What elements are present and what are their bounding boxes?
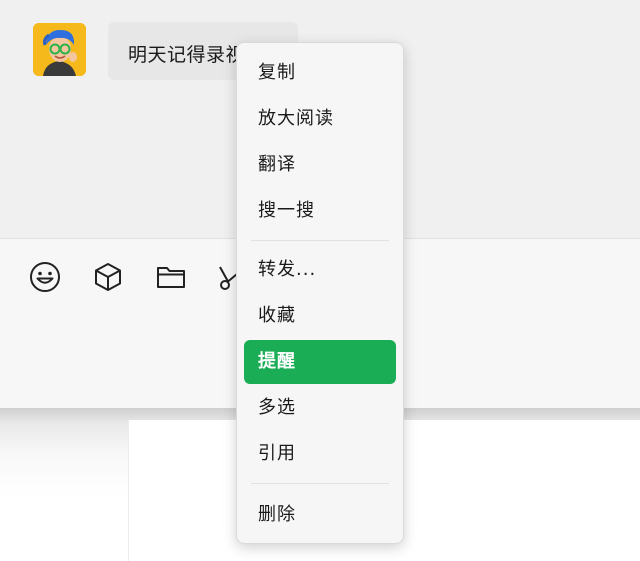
menu-item-zoom-read[interactable]: 放大阅读 [244,97,396,141]
context-menu: 复制 放大阅读 翻译 搜一搜 转发... 收藏 提醒 多选 引用 删除 [236,42,404,544]
menu-item-favorite[interactable]: 收藏 [244,294,396,338]
memoji-avatar-icon [33,23,86,76]
menu-item-copy[interactable]: 复制 [244,51,396,95]
folder-icon[interactable] [155,261,187,293]
avatar[interactable] [33,23,86,76]
emoji-icon[interactable] [29,261,61,293]
menu-item-forward[interactable]: 转发... [244,248,396,292]
menu-item-multiselect[interactable]: 多选 [244,386,396,430]
menu-item-remind[interactable]: 提醒 [244,340,396,384]
menu-separator [251,483,389,484]
menu-item-delete[interactable]: 删除 [244,493,396,537]
app-window: 明天记得录视频 复制 放大阅读 翻译 搜一搜 转发... 收藏 提醒 多选 引用… [0,0,640,561]
menu-item-translate[interactable]: 翻译 [244,143,396,187]
cube-icon[interactable] [92,261,124,293]
menu-separator [251,240,389,241]
menu-item-search[interactable]: 搜一搜 [244,189,396,233]
menu-item-quote[interactable]: 引用 [244,432,396,476]
